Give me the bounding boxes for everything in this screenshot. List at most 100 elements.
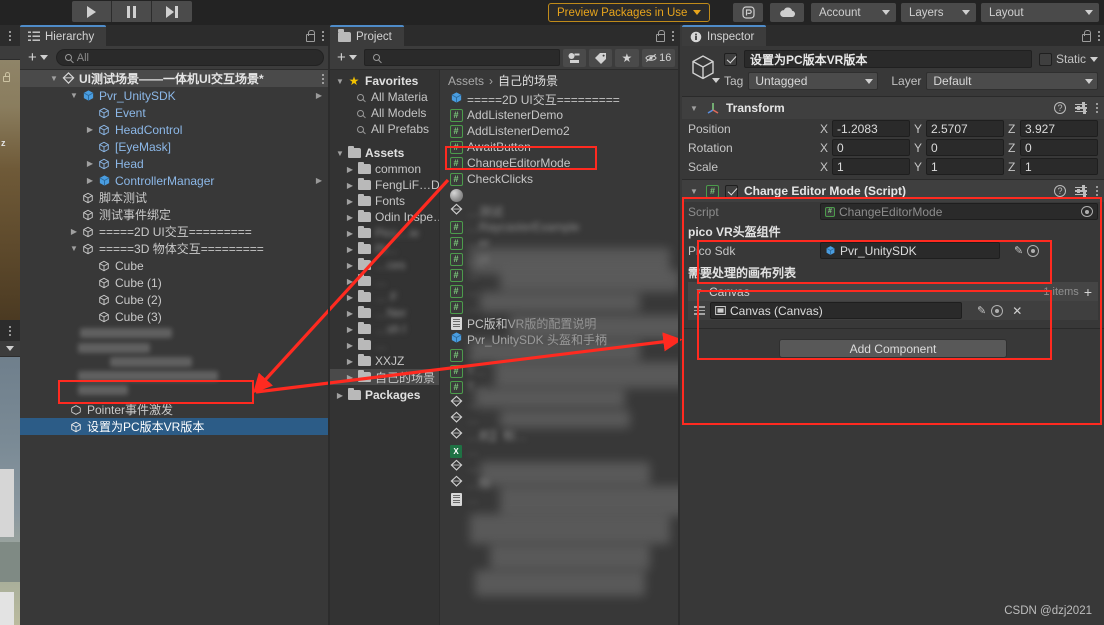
project-file-item[interactable]: # CheckClicks <box>440 171 678 187</box>
chevron-right-icon[interactable] <box>344 373 356 382</box>
filter-by-label-button[interactable] <box>589 48 613 67</box>
tab-project[interactable]: Project <box>330 25 404 46</box>
script-object-field[interactable]: # ChangeEditorMode <box>820 203 1098 220</box>
hidden-packages-button[interactable]: 16 <box>641 48 675 67</box>
project-favorite-item[interactable]: All Materia <box>330 89 439 105</box>
project-folder-item[interactable]: … <box>330 337 439 353</box>
kebab-icon[interactable] <box>1098 30 1100 41</box>
transform-value-input[interactable]: 3.927 <box>1020 120 1098 137</box>
play-button[interactable] <box>72 1 112 22</box>
chevron-down-icon[interactable] <box>6 346 14 351</box>
filter-by-type-button[interactable] <box>562 48 587 67</box>
hierarchy-item[interactable]: =====2D UI交互========= <box>20 223 328 240</box>
edit-pencil-icon[interactable]: ✎ <box>977 304 986 317</box>
transform-component-header[interactable]: Transform ? <box>682 97 1104 119</box>
layer-dropdown[interactable]: Default <box>926 72 1098 90</box>
object-name-input[interactable]: 设置为PC版本VR版本 <box>744 50 1032 68</box>
project-folder-item[interactable]: Picc…ie <box>330 225 439 241</box>
chevron-right-icon[interactable] <box>334 391 346 400</box>
object-picker-icon[interactable] <box>1081 206 1093 217</box>
script-enabled-checkbox[interactable] <box>725 184 738 198</box>
presets-icon[interactable] <box>1075 184 1087 198</box>
chevron-down-icon[interactable] <box>1090 56 1098 62</box>
static-checkbox[interactable] <box>1038 52 1052 66</box>
step-button[interactable] <box>152 1 192 22</box>
project-folder-item[interactable]: …Ner <box>330 305 439 321</box>
create-object-button[interactable]: + <box>24 49 52 67</box>
hierarchy-item[interactable]: Pvr_UnitySDK ▶ <box>20 87 328 104</box>
edit-pencil-icon[interactable]: ✎ <box>1014 244 1023 257</box>
hierarchy-item[interactable]: Cube (3) <box>20 308 328 325</box>
hierarchy-item[interactable]: Head <box>20 155 328 172</box>
game-view-content[interactable] <box>0 357 20 625</box>
object-picker-icon[interactable] <box>1027 244 1040 257</box>
transform-value-input[interactable]: 1 <box>926 158 1004 175</box>
project-file-item[interactable]: # AddListenerDemo <box>440 107 678 123</box>
lock-icon[interactable] <box>655 30 665 42</box>
chevron-down-icon[interactable] <box>694 287 704 296</box>
chevron-down-icon[interactable] <box>688 187 700 196</box>
hierarchy-item-selected[interactable]: 设置为PC版本VR版本 <box>20 418 328 435</box>
transform-value-input[interactable]: 0 <box>1020 139 1098 156</box>
chevron-right-icon[interactable] <box>344 165 356 174</box>
chevron-right-icon[interactable] <box>344 245 356 254</box>
chevron-right-icon[interactable] <box>68 227 80 236</box>
static-toggle[interactable]: Static <box>1038 52 1098 66</box>
create-asset-button[interactable]: + <box>333 49 361 67</box>
project-folder-item[interactable]: Fonts <box>330 193 439 209</box>
project-search-input[interactable] <box>363 49 560 66</box>
chevron-right-icon[interactable] <box>84 176 96 185</box>
pause-button[interactable] <box>112 1 152 22</box>
project-favorite-item[interactable]: All Prefabs <box>330 121 439 137</box>
transform-value-input[interactable]: 0 <box>832 139 910 156</box>
layers-dropdown[interactable]: Layers <box>901 3 976 22</box>
script-component-header[interactable]: # Change Editor Mode (Script) ? <box>682 180 1104 202</box>
hierarchy-item[interactable]: Cube (1) <box>20 274 328 291</box>
project-folder-item[interactable]: common <box>330 161 439 177</box>
chevron-right-icon[interactable] <box>84 125 96 134</box>
object-picker-icon[interactable] <box>991 304 1004 317</box>
chevron-right-icon[interactable] <box>344 293 356 302</box>
kebab-icon[interactable] <box>322 73 324 84</box>
project-file-item[interactable]: =====2D UI交互========= <box>440 91 678 107</box>
chevron-right-icon[interactable] <box>344 229 356 238</box>
project-folder-item[interactable]: …ces <box>330 257 439 273</box>
chevron-down-icon[interactable] <box>334 77 346 86</box>
canvas-list-header[interactable]: Canvas 1 items + <box>688 282 1098 301</box>
hierarchy-item[interactable]: 测试事件绑定 <box>20 206 328 223</box>
chevron-down-icon[interactable] <box>334 149 346 158</box>
transform-value-input[interactable]: 1 <box>832 158 910 175</box>
filter-favorites-button[interactable]: ★ <box>615 48 639 67</box>
chevron-right-icon[interactable] <box>344 309 356 318</box>
chevron-down-icon[interactable] <box>68 244 80 253</box>
project-file-item[interactable]: …机】和… <box>440 427 678 443</box>
chevron-down-icon[interactable] <box>712 78 720 83</box>
canvas-object-field[interactable]: Canvas (Canvas) <box>710 302 962 319</box>
chevron-right-icon[interactable] <box>84 159 96 168</box>
add-list-item-button[interactable]: + <box>1084 285 1092 299</box>
collab-button[interactable] <box>733 3 763 22</box>
chevron-right-icon[interactable] <box>344 261 356 270</box>
project-packages-group[interactable]: Packages <box>330 387 439 403</box>
chevron-right-icon[interactable]: ▶ <box>316 176 324 185</box>
chevron-right-icon[interactable] <box>344 197 356 206</box>
transform-value-input[interactable]: 2.5707 <box>926 120 1004 137</box>
pico-sdk-object-field[interactable]: Pvr_UnitySDK <box>820 242 1000 259</box>
chevron-down-icon[interactable] <box>68 91 80 100</box>
drag-handle-icon[interactable] <box>694 306 705 315</box>
hierarchy-item[interactable]: 脚本测试 <box>20 189 328 206</box>
chevron-right-icon[interactable] <box>344 213 356 222</box>
hierarchy-scene-row[interactable]: UI测试场景——一体机UI交互场景* <box>20 70 328 87</box>
chevron-right-icon[interactable] <box>344 341 356 350</box>
transform-value-input[interactable]: -1.2083 <box>832 120 910 137</box>
project-folder-item[interactable]: XXJZ <box>330 353 439 369</box>
project-folder-item[interactable]: Pl… <box>330 241 439 257</box>
kebab-icon[interactable] <box>9 325 11 336</box>
account-dropdown[interactable]: Account <box>811 3 896 22</box>
canvas-list-item[interactable]: Canvas (Canvas) ✎ ✕ <box>688 301 1098 320</box>
lock-icon[interactable] <box>1081 30 1091 42</box>
hierarchy-item[interactable]: HeadControl <box>20 121 328 138</box>
transform-value-input[interactable]: 0 <box>926 139 1004 156</box>
project-assets-group[interactable]: Assets <box>330 145 439 161</box>
project-folder-item[interactable]: … <box>330 273 439 289</box>
